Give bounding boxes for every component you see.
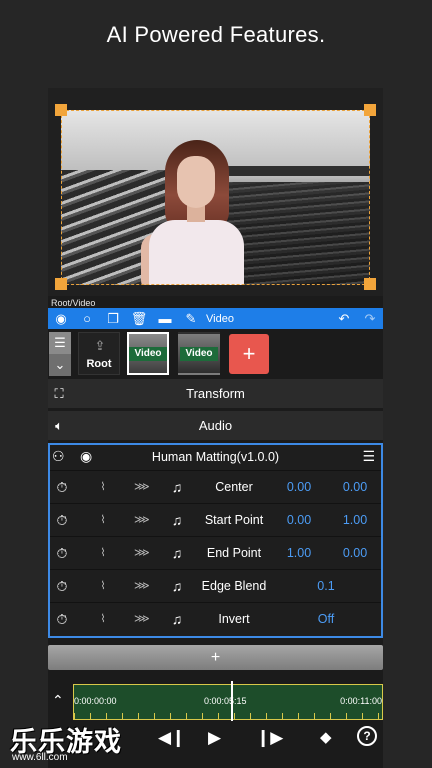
transform-title: Transform [186, 386, 245, 401]
curve-graph-icon[interactable]: ⌇ [96, 603, 110, 636]
audio-title: Audio [198, 418, 233, 433]
resize-handle-top-right[interactable] [364, 104, 376, 116]
diamond-icon[interactable]: ◆ [320, 728, 332, 746]
time-current: 0:00:05:15 [204, 696, 247, 706]
timeline-ticks [74, 713, 382, 719]
param-row-edge-blend: ⏱ ⌇ ⋙ ♫ Edge Blend 0.1 [50, 569, 381, 602]
time-end: 0:00:11:00 [340, 696, 382, 706]
layers-list-icon[interactable]: ☰ [49, 332, 71, 354]
video-layer-tile-selected[interactable]: Video [127, 332, 169, 375]
trash-icon[interactable]: 🗑 [126, 308, 152, 329]
keyframe-timer-icon[interactable]: ⏱ [52, 570, 72, 603]
add-effect-button[interactable]: + [48, 645, 383, 670]
keyframe-timer-icon[interactable]: ⏱ [52, 504, 72, 537]
param-row-center: ⏱ ⌇ ⋙ ♫ Center 0.00 0.00 [50, 470, 381, 503]
resize-handle-bottom-right[interactable] [364, 278, 376, 290]
easing-icon[interactable]: ⋙ [134, 504, 150, 537]
root-layer-tile[interactable]: ⇪ Root [78, 332, 120, 375]
param-row-end-point: ⏱ ⌇ ⋙ ♫ End Point 1.00 0.00 [50, 536, 381, 569]
upload-icon: ⇪ [94, 338, 106, 353]
effect-name: Human Matting(v1.0.0) [151, 450, 280, 464]
curve-graph-icon[interactable]: ⌇ [96, 504, 110, 537]
curve-graph-icon[interactable]: ⌇ [96, 537, 110, 570]
previous-frame-icon[interactable]: ◀❙ [158, 728, 185, 748]
video-layer-tile[interactable]: Video [178, 332, 220, 375]
menu-icon[interactable]: ☰ [362, 448, 375, 465]
param-value-toggle[interactable]: Off [306, 603, 346, 636]
headline: AI Powered Features. [106, 22, 326, 47]
editor-app: Root/Video ◉ ○ ❐ 🗑 ▬ ✎ Video ↶ ↷ ☰ ⌄ ⇪ R… [48, 88, 383, 768]
audio-link-icon[interactable]: ♫ [170, 537, 184, 570]
keyframe-timer-icon[interactable]: ⏱ [52, 537, 72, 570]
param-value-x[interactable]: 0.00 [280, 471, 318, 504]
keyframe-timer-icon[interactable]: ⏱ [52, 471, 72, 504]
person-icon: ⚇ [52, 448, 65, 464]
play-icon[interactable]: ▶ [208, 728, 221, 748]
video-preview[interactable] [48, 88, 383, 296]
copy-icon[interactable]: ❐ [100, 308, 126, 329]
curve-graph-icon[interactable]: ⌇ [96, 570, 110, 603]
playhead[interactable] [231, 681, 233, 721]
pencil-icon[interactable]: ✎ [178, 308, 204, 329]
transform-section[interactable]: Transform ⛶ [48, 379, 383, 408]
selection-border [61, 110, 370, 285]
effect-header[interactable]: Human Matting(v1.0.0) ⚇ ◉ ☰ [50, 445, 381, 470]
param-value-x[interactable]: 0.00 [280, 504, 318, 537]
redo-icon[interactable]: ↷ [357, 308, 383, 329]
param-value-y[interactable]: 0.00 [336, 471, 374, 504]
easing-icon[interactable]: ⋙ [134, 603, 150, 636]
easing-icon[interactable]: ⋙ [134, 537, 150, 570]
resize-handle-top-left[interactable] [55, 104, 67, 116]
timeline-track[interactable]: 0:00:00:00 0:00:05:15 0:00:11:00 [73, 681, 383, 721]
easing-icon[interactable]: ⋙ [134, 570, 150, 603]
layer-strip: ☰ ⌄ ⇪ Root Video Video + [48, 329, 383, 379]
strip-side-controls: ☰ ⌄ [49, 332, 71, 376]
param-row-start-point: ⏱ ⌇ ⋙ ♫ Start Point 0.00 1.00 [50, 503, 381, 536]
chevron-up-icon[interactable]: ⌃ [52, 692, 64, 709]
param-value[interactable]: 0.1 [306, 570, 346, 603]
easing-icon[interactable]: ⋙ [134, 471, 150, 504]
effect-panel: Human Matting(v1.0.0) ⚇ ◉ ☰ ⏱ ⌇ ⋙ ♫ Cent… [48, 443, 383, 638]
curve-graph-icon[interactable]: ⌇ [96, 471, 110, 504]
keyframe-timer-icon[interactable]: ⏱ [52, 603, 72, 636]
circle-icon[interactable]: ○ [74, 308, 100, 329]
param-value-x[interactable]: 1.00 [280, 537, 318, 570]
resize-handle-bottom-left[interactable] [55, 278, 67, 290]
layer-name-label[interactable]: Video [206, 313, 234, 325]
layer-toolbar: ◉ ○ ❐ 🗑 ▬ ✎ Video ↶ ↷ [48, 308, 383, 329]
help-icon[interactable]: ? [357, 726, 377, 746]
audio-link-icon[interactable]: ♫ [170, 471, 184, 504]
next-frame-icon[interactable]: ❙▶ [256, 728, 283, 748]
visibility-eye-icon[interactable]: ◉ [80, 448, 92, 465]
undo-icon[interactable]: ↶ [331, 308, 357, 329]
time-start: 0:00:00:00 [74, 696, 117, 706]
param-row-invert: ⏱ ⌇ ⋙ ♫ Invert Off [50, 602, 381, 635]
chevron-down-icon[interactable]: ⌄ [49, 354, 71, 376]
layer-path: Root/Video [51, 298, 96, 308]
add-layer-button[interactable]: + [229, 334, 269, 374]
audio-link-icon[interactable]: ♫ [170, 603, 184, 636]
audio-section[interactable]: Audio 🔈︎ [48, 411, 383, 440]
audio-link-icon[interactable]: ♫ [170, 504, 184, 537]
eye-icon[interactable]: ◉ [48, 308, 74, 329]
speaker-icon: 🔈︎ [55, 417, 63, 433]
watermark-url: www.6ll.com [12, 752, 68, 763]
audio-link-icon[interactable]: ♫ [170, 570, 184, 603]
timeline: ⌃ 0:00:00:00 0:00:05:15 0:00:11:00 [48, 681, 383, 721]
transform-icon: ⛶ [54, 385, 64, 401]
param-value-y[interactable]: 1.00 [336, 504, 374, 537]
param-value-y[interactable]: 0.00 [336, 537, 374, 570]
folder-icon[interactable]: ▬ [152, 308, 178, 329]
